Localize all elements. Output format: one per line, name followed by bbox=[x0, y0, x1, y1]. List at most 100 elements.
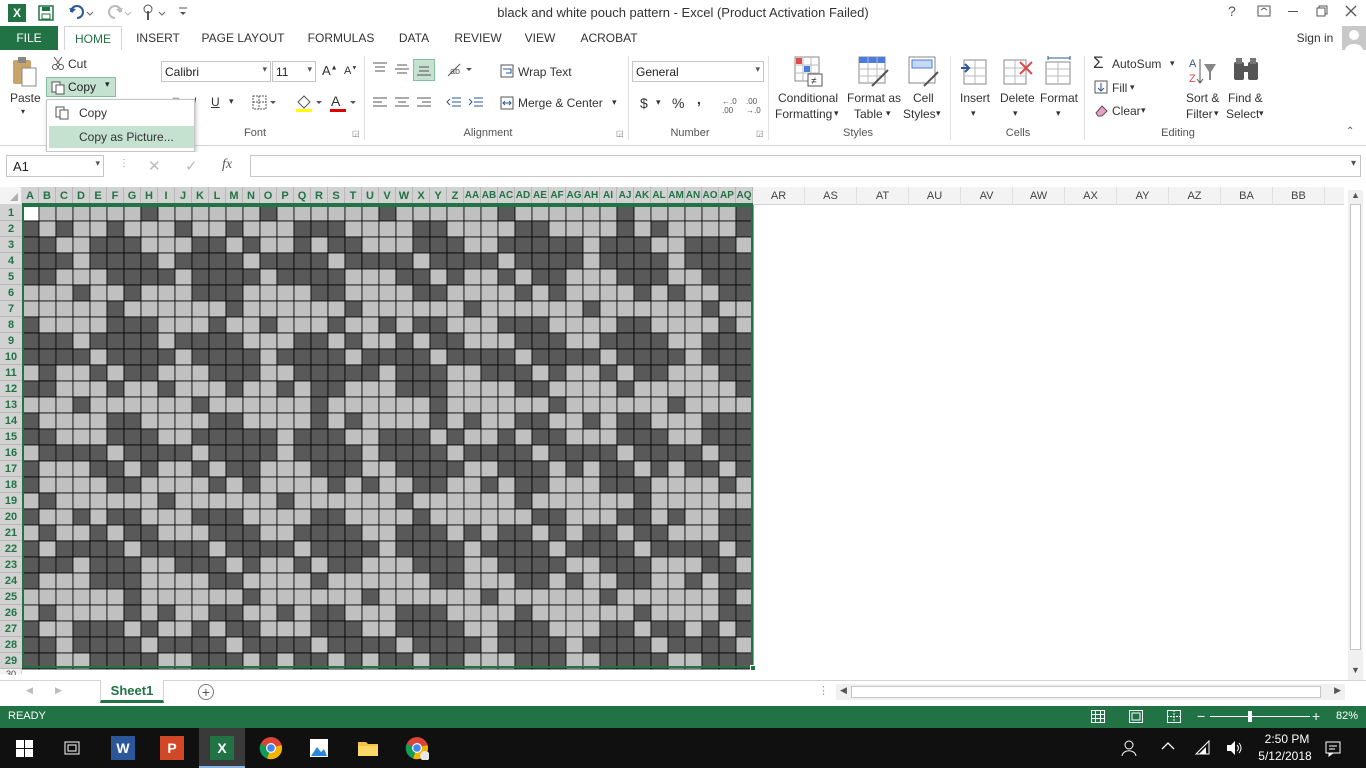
collapse-ribbon-icon[interactable]: ⌃ bbox=[1346, 126, 1354, 137]
name-box-dropdown-icon[interactable]: ▾ bbox=[95, 158, 100, 169]
paste-dropdown-icon[interactable]: ▾ bbox=[21, 107, 25, 116]
file-explorer-app-icon[interactable] bbox=[356, 736, 380, 760]
paste-button[interactable]: Paste bbox=[10, 91, 41, 105]
sort-filter-label1[interactable]: Sort & bbox=[1186, 91, 1219, 105]
delete-cells-icon[interactable] bbox=[1002, 56, 1034, 88]
font-size-select[interactable]: 11 ▾ bbox=[272, 61, 316, 82]
column-header[interactable]: BA bbox=[1221, 187, 1273, 205]
borders-icon[interactable] bbox=[252, 95, 278, 111]
formula-input[interactable]: ▾ bbox=[250, 155, 1361, 177]
row-header[interactable]: 8 bbox=[0, 317, 22, 333]
formula-bar-splitter-icon[interactable]: ⋮ bbox=[119, 158, 129, 169]
help-icon[interactable]: ? bbox=[1228, 3, 1236, 19]
vertical-scrollbar[interactable]: ▲ ▼ bbox=[1348, 190, 1363, 680]
grow-font-icon[interactable]: A▲ bbox=[322, 63, 338, 78]
customize-toolbar-icon[interactable] bbox=[178, 6, 188, 18]
row-header[interactable]: 27 bbox=[0, 621, 22, 637]
avatar[interactable] bbox=[1342, 26, 1366, 50]
percent-button[interactable]: % bbox=[672, 95, 684, 111]
row-header[interactable]: 24 bbox=[0, 573, 22, 589]
increase-indent-icon[interactable] bbox=[468, 96, 484, 110]
column-header[interactable]: BB bbox=[1273, 187, 1325, 205]
font-dialog-launcher-icon[interactable]: ◲ bbox=[352, 129, 360, 138]
menu-item-copy[interactable]: Copy bbox=[49, 102, 194, 124]
middle-align-icon[interactable] bbox=[394, 62, 410, 76]
action-center-icon[interactable] bbox=[1324, 739, 1342, 757]
insert-function-icon[interactable]: fx bbox=[222, 157, 232, 173]
copy-button[interactable]: Copy ▾ bbox=[46, 77, 116, 97]
new-sheet-button[interactable]: + bbox=[198, 684, 214, 700]
tab-view[interactable]: VIEW bbox=[518, 26, 562, 50]
cancel-entry-icon[interactable]: ✕ bbox=[148, 157, 161, 175]
column-header[interactable]: AS bbox=[805, 187, 857, 205]
align-center-icon[interactable] bbox=[394, 96, 410, 110]
row-header[interactable]: 15 bbox=[0, 429, 22, 445]
currency-dropdown-icon[interactable]: ▾ bbox=[656, 97, 661, 108]
redo-icon[interactable] bbox=[106, 4, 132, 22]
confirm-entry-icon[interactable]: ✓ bbox=[185, 157, 198, 175]
tab-insert[interactable]: INSERT bbox=[132, 26, 184, 50]
tab-formulas[interactable]: FORMULAS bbox=[302, 26, 380, 50]
row-header[interactable]: 7 bbox=[0, 301, 22, 317]
conditional-formatting-icon[interactable]: ≠ bbox=[794, 56, 824, 88]
clear-button[interactable]: Clear bbox=[1112, 104, 1141, 118]
row-header[interactable]: 18 bbox=[0, 477, 22, 493]
cell-styles-label2[interactable]: Styles bbox=[903, 107, 936, 121]
row-header[interactable]: 29 bbox=[0, 653, 22, 669]
row-header[interactable]: 5 bbox=[0, 269, 22, 285]
save-icon[interactable] bbox=[38, 5, 54, 21]
cell-styles-label1[interactable]: Cell bbox=[913, 91, 934, 105]
format-cells-icon[interactable] bbox=[1044, 56, 1074, 88]
merge-dropdown-icon[interactable]: ▾ bbox=[612, 97, 617, 108]
cut-button[interactable]: Cut bbox=[68, 57, 87, 71]
sheet-scroll-splitter-icon[interactable]: ⋮ bbox=[818, 684, 829, 697]
tab-review[interactable]: REVIEW bbox=[448, 26, 508, 50]
sign-in-link[interactable]: Sign in bbox=[1290, 26, 1340, 50]
number-dialog-launcher-icon[interactable]: ◲ bbox=[756, 129, 764, 138]
shrink-font-icon[interactable]: A▼ bbox=[344, 65, 357, 77]
column-header[interactable]: AT bbox=[857, 187, 909, 205]
fill-button[interactable]: Fill bbox=[1112, 81, 1127, 95]
row-header[interactable]: 9 bbox=[0, 333, 22, 349]
excel-app-icon[interactable]: X bbox=[199, 728, 245, 768]
scroll-thumb[interactable] bbox=[1350, 204, 1361, 650]
row-header[interactable]: 12 bbox=[0, 381, 22, 397]
tab-home[interactable]: HOME bbox=[64, 26, 122, 50]
undo-icon[interactable] bbox=[68, 4, 94, 22]
wrap-text-button[interactable]: Wrap Text bbox=[518, 65, 572, 79]
tab-data[interactable]: DATA bbox=[392, 26, 436, 50]
photos-app-icon[interactable] bbox=[307, 736, 331, 760]
row-header[interactable]: 1 bbox=[0, 205, 22, 221]
merge-center-button[interactable]: Merge & Center bbox=[518, 96, 603, 110]
menu-item-copy-as-picture[interactable]: Copy as Picture... bbox=[49, 126, 194, 148]
tab-page-layout[interactable]: PAGE LAYOUT bbox=[196, 26, 290, 50]
format-as-table-icon[interactable] bbox=[858, 56, 890, 88]
delete-cells-button[interactable]: Delete bbox=[1000, 91, 1035, 105]
row-header[interactable]: 2 bbox=[0, 221, 22, 237]
format-as-table-label1[interactable]: Format as bbox=[847, 91, 901, 105]
scroll-right-icon[interactable]: ▶ bbox=[1334, 685, 1341, 696]
font-color-icon[interactable]: A bbox=[328, 93, 358, 113]
fill-color-icon[interactable] bbox=[294, 93, 324, 113]
close-icon[interactable] bbox=[1345, 5, 1357, 17]
number-format-select[interactable]: General ▾ bbox=[632, 61, 764, 82]
tab-acrobat[interactable]: ACROBAT bbox=[574, 26, 644, 50]
people-icon[interactable] bbox=[1120, 739, 1138, 757]
font-name-dropdown-icon[interactable]: ▾ bbox=[262, 64, 267, 75]
chrome-profile-app-icon[interactable] bbox=[405, 736, 430, 761]
task-view-icon[interactable] bbox=[63, 739, 81, 757]
next-sheet-icon[interactable]: ▶ bbox=[55, 685, 62, 696]
row-header[interactable]: 25 bbox=[0, 589, 22, 605]
row-header[interactable]: 19 bbox=[0, 493, 22, 509]
worksheet[interactable]: A B C D E F G H I J K L M N O P Q R S T U V W X Y Z AA AB AC AD AE AF AG… bbox=[0, 187, 1366, 680]
underline-button[interactable]: U bbox=[211, 95, 220, 109]
scroll-down-icon[interactable]: ▼ bbox=[1351, 665, 1360, 675]
page-break-view-icon[interactable] bbox=[1167, 710, 1181, 723]
horizontal-scrollbar[interactable]: ◀ ▶ bbox=[836, 684, 1345, 700]
align-left-icon[interactable] bbox=[372, 96, 388, 110]
row-header[interactable]: 3 bbox=[0, 237, 22, 253]
row-header[interactable]: 16 bbox=[0, 445, 22, 461]
underline-dropdown-icon[interactable]: ▾ bbox=[229, 96, 234, 107]
normal-view-icon[interactable] bbox=[1091, 710, 1105, 723]
word-app-icon[interactable]: W bbox=[111, 736, 135, 760]
